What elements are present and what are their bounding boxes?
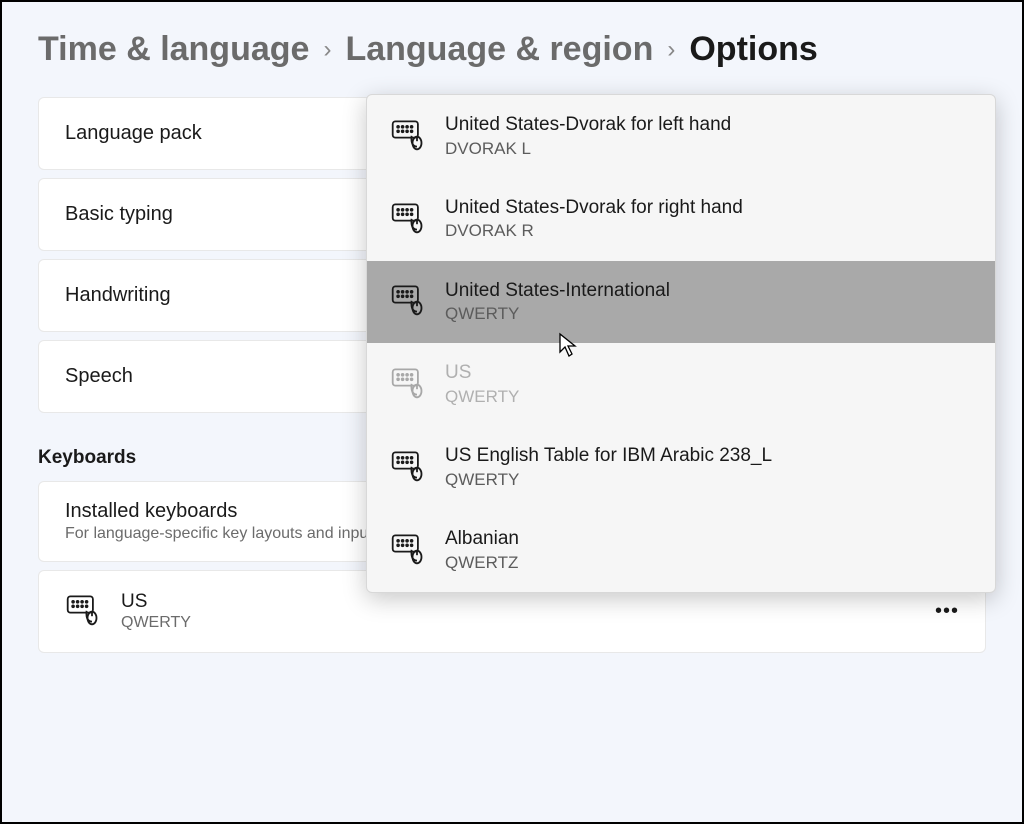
keyboard-icon bbox=[389, 116, 427, 157]
keyboard-layout: QWERTY bbox=[121, 614, 191, 632]
option-layout: QWERTY bbox=[445, 303, 670, 325]
keyboard-layout-option[interactable]: United States-Dvorak for left handDVORAK… bbox=[367, 95, 995, 178]
keyboard-icon bbox=[389, 199, 427, 240]
chevron-right-icon: › bbox=[323, 36, 331, 64]
breadcrumb-options: Options bbox=[689, 30, 817, 69]
keyboard-layout-option[interactable]: United States-Dvorak for right handDVORA… bbox=[367, 178, 995, 261]
breadcrumb: Time & language › Language & region › Op… bbox=[38, 30, 986, 69]
option-layout: QWERTZ bbox=[445, 552, 519, 574]
option-name: United States-Dvorak for left hand bbox=[445, 113, 731, 138]
option-layout: DVORAK R bbox=[445, 220, 743, 242]
keyboard-icon bbox=[389, 364, 427, 405]
keyboard-icon bbox=[65, 591, 101, 632]
option-layout: DVORAK L bbox=[445, 138, 731, 160]
keyboard-layout-option: USQWERTY bbox=[367, 343, 995, 426]
option-name: US English Table for IBM Arabic 238_L bbox=[445, 444, 772, 469]
breadcrumb-language-region[interactable]: Language & region bbox=[345, 30, 653, 69]
chevron-right-icon: › bbox=[667, 36, 675, 64]
keyboard-icon bbox=[389, 447, 427, 488]
option-name: United States-Dvorak for right hand bbox=[445, 196, 743, 221]
option-name: US bbox=[445, 361, 519, 386]
keyboard-layout-dropdown: United States-Dvorak for left handDVORAK… bbox=[366, 94, 996, 593]
option-name: Albanian bbox=[445, 527, 519, 552]
keyboard-icon bbox=[389, 281, 427, 322]
option-name: United States-International bbox=[445, 279, 670, 304]
more-options-icon[interactable]: ••• bbox=[935, 600, 959, 623]
keyboard-layout-option[interactable]: US English Table for IBM Arabic 238_LQWE… bbox=[367, 426, 995, 509]
keyboard-layout-option[interactable]: United States-InternationalQWERTY bbox=[367, 261, 995, 344]
keyboard-icon bbox=[389, 530, 427, 571]
keyboard-layout-option[interactable]: AlbanianQWERTZ bbox=[367, 509, 995, 592]
option-layout: QWERTY bbox=[445, 469, 772, 491]
keyboard-name: US bbox=[121, 591, 191, 613]
breadcrumb-time-language[interactable]: Time & language bbox=[38, 30, 309, 69]
option-layout: QWERTY bbox=[445, 386, 519, 408]
